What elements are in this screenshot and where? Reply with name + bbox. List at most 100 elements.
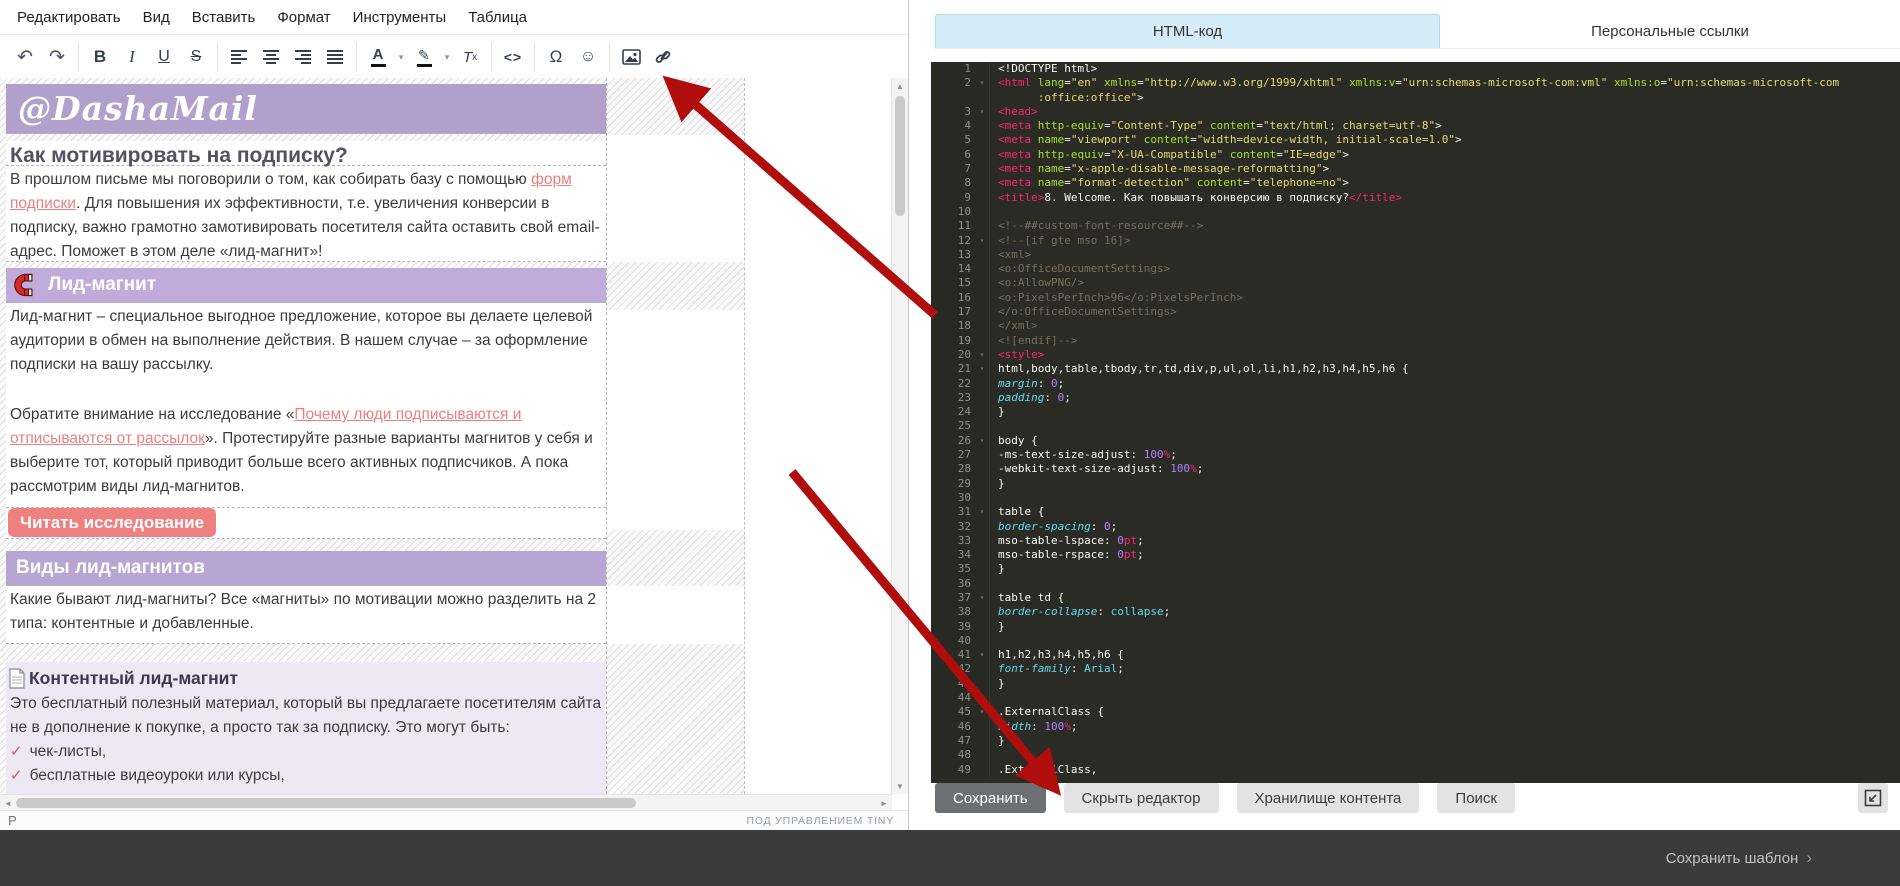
code-line: 6<meta http-equiv="X-UA-Compatible" cont… <box>931 148 1900 162</box>
vertical-scroll-thumb[interactable] <box>895 96 905 216</box>
html-source-editor[interactable]: 1<!DOCTYPE html>2▾<html lang="en" xmlns=… <box>931 62 1900 783</box>
email-heading-block[interactable]: Как мотивировать на подписку? <box>6 141 606 166</box>
code-line: 2▾<html lang="en" xmlns="http://www.w3.o… <box>931 76 1900 90</box>
editor-menubar: Редактировать Вид Вставить Формат Инстру… <box>0 0 908 35</box>
undo-icon[interactable]: ↶ <box>9 41 41 73</box>
code-line: 15<o:AllowPNG/> <box>931 276 1900 290</box>
email-canvas[interactable]: @DashaMail Как мотивировать на подписку?… <box>0 78 892 794</box>
fold-toggle-icon[interactable]: ▾ <box>975 505 990 519</box>
code-line: 29} <box>931 477 1900 491</box>
element-path[interactable]: P <box>8 813 17 828</box>
align-right-icon[interactable] <box>287 41 319 73</box>
code-line: 49.ExternalClass, <box>931 763 1900 777</box>
save-button[interactable]: Сохранить <box>935 783 1046 813</box>
code-panel-actions: Сохранить Скрыть редактор Хранилище конт… <box>935 783 1888 813</box>
email-header-banner[interactable]: @DashaMail <box>6 84 606 134</box>
section-title: Виды лид-магнитов <box>16 557 205 579</box>
fold-toggle-icon[interactable]: ▾ <box>975 362 990 376</box>
checkmark-icon: ✓ <box>10 764 23 788</box>
highlight-color-icon[interactable]: ✎ <box>408 41 440 73</box>
fold-toggle-icon[interactable]: ▾ <box>975 348 990 362</box>
wysiwyg-editor-panel: Редактировать Вид Вставить Формат Инстру… <box>0 0 909 830</box>
hide-editor-button[interactable]: Скрыть редактор <box>1064 783 1219 813</box>
code-panel: HTML-код Персональные ссылки 1<!DOCTYPE … <box>909 0 1900 830</box>
email-section-magnet-types[interactable]: Виды лид-магнитов <box>6 551 606 586</box>
email-paragraph-1[interactable]: В прошлом письме мы поговорили о том, ка… <box>6 166 606 262</box>
menu-table[interactable]: Таблица <box>457 4 538 31</box>
tab-html-code[interactable]: HTML-код <box>935 14 1440 48</box>
align-left-icon[interactable] <box>223 41 255 73</box>
emoticons-icon[interactable]: ☺ <box>572 41 604 73</box>
email-paragraphs-2-3[interactable]: Лид-магнит – специальное выгодное предло… <box>6 303 606 508</box>
fold-toggle-icon[interactable]: ▾ <box>975 591 990 605</box>
code-line: 37▾table td { <box>931 591 1900 605</box>
redo-icon[interactable]: ↷ <box>41 41 73 73</box>
code-panel-tabs: HTML-код Персональные ссылки <box>935 14 1900 49</box>
scroll-right-icon[interactable]: ► <box>876 795 892 811</box>
insert-image-icon[interactable] <box>615 41 647 73</box>
text-color-icon[interactable]: A <box>362 41 394 73</box>
resize-panel-button[interactable] <box>1858 783 1888 813</box>
email-content-magnet-block[interactable]: Контентный лид-магнит Это бесплатный пол… <box>6 662 606 794</box>
email-empty-column <box>607 78 745 794</box>
code-line: 27-ms-text-size-adjust: 100%; <box>931 448 1900 462</box>
text-color-chevron-icon[interactable]: ▾ <box>394 41 408 73</box>
highlight-color-chevron-icon[interactable]: ▾ <box>440 41 454 73</box>
fold-toggle-icon[interactable]: ▾ <box>975 76 990 90</box>
email-section-lead-magnet[interactable]: Лид-магнит <box>6 268 606 303</box>
fold-toggle-icon[interactable]: ▾ <box>975 648 990 662</box>
search-button[interactable]: Поиск <box>1437 783 1515 813</box>
fold-toggle-icon[interactable]: ▾ <box>975 105 990 119</box>
code-line: 32border-spacing: 0; <box>931 520 1900 534</box>
code-line: 42font-family: Arial; <box>931 662 1900 676</box>
horizontal-scroll-thumb[interactable] <box>16 798 636 808</box>
email-sub-heading-row: Контентный лид-магнит <box>6 662 606 690</box>
menu-edit[interactable]: Редактировать <box>6 4 132 31</box>
footer-bar: Сохранить шаблон › <box>0 830 1900 886</box>
italic-icon[interactable]: I <box>116 41 148 73</box>
canvas-horizontal-scrollbar[interactable]: ◄ ► <box>0 794 892 811</box>
code-line: 36 <box>931 577 1900 591</box>
code-line: 46width: 100%; <box>931 720 1900 734</box>
editor-toolbar: ↶ ↷ B I U S <box>0 35 908 80</box>
code-line: 21▾html,body,table,tbody,tr,td,div,p,ul,… <box>931 362 1900 376</box>
code-line: 24} <box>931 405 1900 419</box>
code-line: 25 <box>931 419 1900 433</box>
align-center-icon[interactable] <box>255 41 287 73</box>
code-line: 17</o:OfficeDocumentSettings> <box>931 305 1900 319</box>
code-line: 22margin: 0; <box>931 377 1900 391</box>
code-line: 18</xml> <box>931 319 1900 333</box>
menu-insert[interactable]: Вставить <box>181 4 267 31</box>
canvas-vertical-scrollbar[interactable]: ▲ ▼ <box>891 78 908 794</box>
fold-toggle-icon[interactable]: ▾ <box>975 434 990 448</box>
tab-personal-links[interactable]: Персональные ссылки <box>1440 14 1900 48</box>
code-line: 30 <box>931 491 1900 505</box>
insert-link-icon[interactable] <box>647 41 679 73</box>
chevron-right-icon: › <box>1806 848 1812 868</box>
clear-formatting-icon[interactable]: Tx <box>454 41 486 73</box>
bold-icon[interactable]: B <box>84 41 116 73</box>
scroll-left-icon[interactable]: ◄ <box>0 795 16 811</box>
content-storage-button[interactable]: Хранилище контента <box>1237 783 1420 813</box>
source-code-icon[interactable]: <> <box>497 41 529 73</box>
section-title: Лид-магнит <box>48 274 156 296</box>
code-line: 34mso-table-rspace: 0pt; <box>931 548 1900 562</box>
menu-tools[interactable]: Инструменты <box>342 4 458 31</box>
code-line: :office:office"> <box>931 91 1900 105</box>
email-paragraph-4[interactable]: Какие бывают лид-магниты? Все «магниты» … <box>6 586 606 644</box>
read-research-button[interactable]: Читать исследование <box>8 508 216 537</box>
scroll-up-icon[interactable]: ▲ <box>892 78 908 94</box>
code-line: 43} <box>931 677 1900 691</box>
menu-format[interactable]: Формат <box>266 4 341 31</box>
special-character-icon[interactable]: Ω <box>540 41 572 73</box>
menu-view[interactable]: Вид <box>132 4 181 31</box>
code-line: 9<title>8. Welcome. Как повышать конверс… <box>931 191 1900 205</box>
underline-icon[interactable]: U <box>148 41 180 73</box>
fold-toggle-icon[interactable]: ▾ <box>975 234 990 248</box>
save-template-link[interactable]: Сохранить шаблон › <box>1666 848 1812 868</box>
align-justify-icon[interactable] <box>319 41 351 73</box>
document-icon <box>8 668 26 689</box>
scroll-down-icon[interactable]: ▼ <box>892 778 908 794</box>
fold-toggle-icon[interactable]: ▾ <box>975 705 990 719</box>
strikethrough-icon[interactable]: S <box>180 41 212 73</box>
